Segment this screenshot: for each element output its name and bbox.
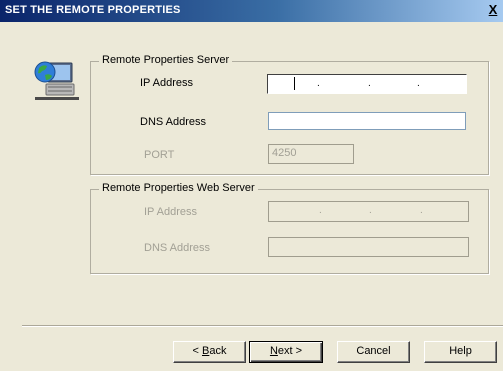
remote-properties-server-group-title: Remote Properties Server (99, 54, 233, 66)
server-port-label: PORT (144, 149, 175, 161)
close-icon: X (488, 2, 498, 17)
text-caret (294, 77, 295, 90)
ip-dot-3: . (420, 205, 423, 216)
web-server-ip-address-input: . . . (268, 201, 469, 222)
networked-computer-icon (34, 61, 79, 100)
back-button-prefix: < (192, 345, 202, 357)
window-title: SET THE REMOTE PROPERTIES (5, 4, 181, 16)
web-server-ip-address-label: IP Address (144, 206, 197, 218)
ip-dot-1: . (317, 78, 320, 89)
web-server-dns-address-input (268, 237, 469, 257)
help-button-label: Help (449, 345, 472, 357)
back-button[interactable]: < Back (173, 341, 246, 363)
web-server-dns-address-label: DNS Address (144, 242, 211, 254)
server-port-value: 4250 (272, 147, 297, 159)
title-bar: SET THE REMOTE PROPERTIES (0, 0, 503, 22)
button-separator (22, 325, 503, 327)
ip-dot-1: . (319, 205, 322, 216)
server-port-input: 4250 (268, 144, 354, 164)
remote-properties-web-server-group-title: Remote Properties Web Server (99, 182, 258, 194)
ip-dot-2: . (368, 78, 371, 89)
cancel-button[interactable]: Cancel (337, 341, 410, 363)
server-dns-address-label: DNS Address (140, 116, 207, 128)
server-ip-address-input[interactable]: . . . (267, 74, 467, 94)
next-button-label: ext > (277, 345, 303, 357)
next-button-mnemonic: N (269, 345, 278, 357)
server-ip-address-label: IP Address (140, 77, 193, 89)
ip-dot-3: . (417, 78, 420, 89)
ip-dot-2: . (369, 205, 372, 216)
cancel-button-label: Cancel (356, 345, 391, 357)
help-button[interactable]: Help (424, 341, 497, 363)
next-button[interactable]: Next > (249, 341, 323, 363)
close-button[interactable]: X (486, 2, 500, 18)
server-dns-address-input[interactable] (268, 112, 466, 130)
back-button-label: ack (209, 345, 227, 357)
